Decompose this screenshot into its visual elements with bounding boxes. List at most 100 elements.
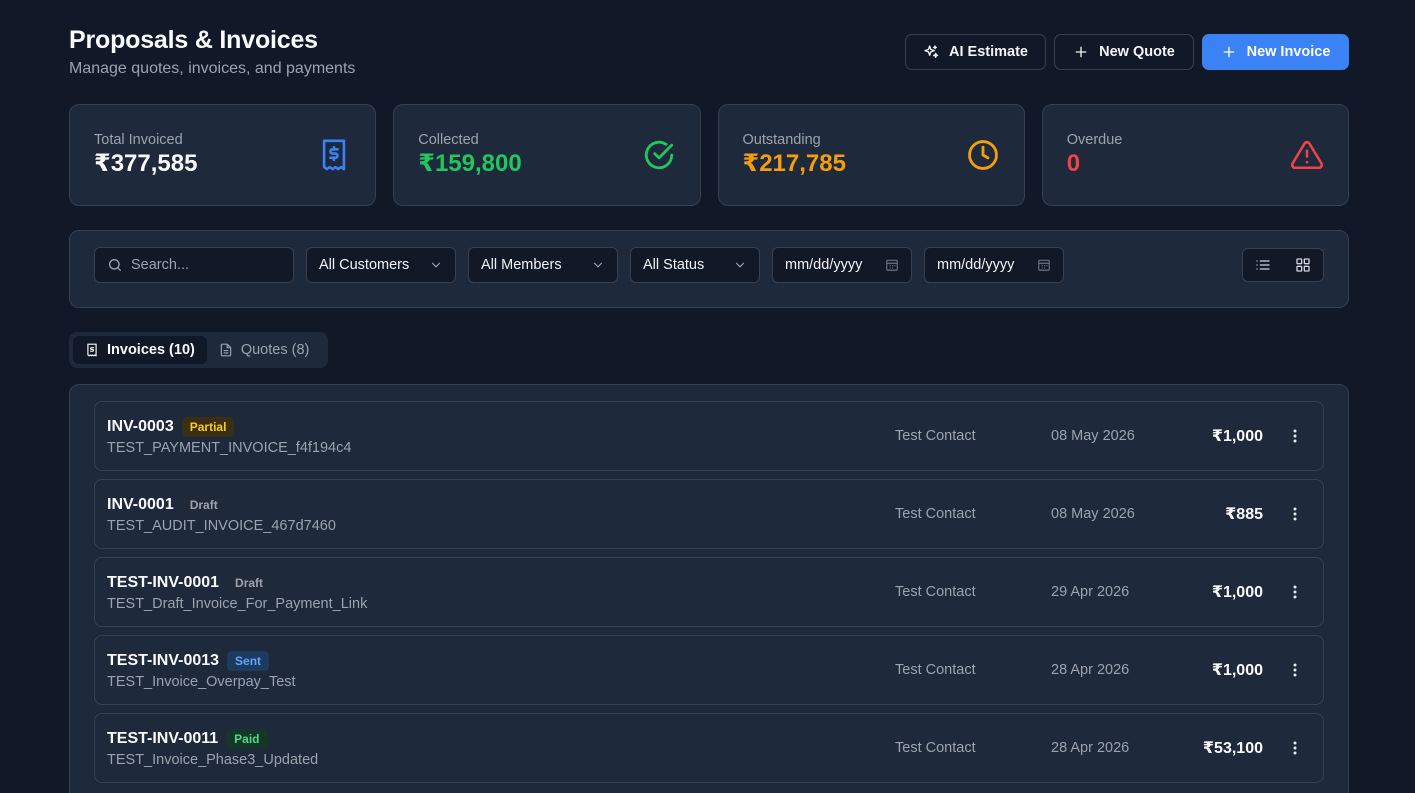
stat-card-total-invoiced: Total Invoiced ₹377,585: [69, 104, 377, 206]
invoice-amount: ₹1,000: [1211, 428, 1263, 445]
new-quote-label: New Quote: [1099, 44, 1175, 60]
invoice-row[interactable]: INV-0003 Partial TEST_PAYMENT_INVOICE_f4…: [94, 401, 1324, 471]
invoice-number: TEST-INV-0013: [107, 652, 220, 669]
more-options-button[interactable]: [1287, 504, 1303, 524]
invoice-row[interactable]: TEST-INV-0001 Draft TEST_Draft_Invoice_F…: [94, 557, 1324, 627]
tab-invoices[interactable]: Invoices (10): [73, 336, 207, 364]
ai-estimate-label: AI Estimate: [949, 44, 1028, 60]
date-from-input[interactable]: mm/dd/yyyy: [772, 247, 912, 283]
clock-icon: [967, 140, 998, 170]
sparkles-icon: [924, 45, 939, 58]
customer-filter-select[interactable]: All Customers: [306, 247, 456, 283]
stat-card-overdue: Overdue 0: [1041, 104, 1349, 206]
invoice-name: TEST_PAYMENT_INVOICE_f4f194c4: [107, 440, 352, 456]
search-placeholder: Search...: [131, 257, 190, 273]
member-filter-value: All Members: [481, 257, 562, 273]
invoice-number-wrap: INV-0003 Partial: [107, 417, 235, 437]
status-badge: Draft: [181, 495, 226, 515]
invoice-row[interactable]: TEST-INV-0013 Sent TEST_Invoice_Overpay_…: [94, 635, 1324, 705]
status-badge: Partial: [181, 417, 235, 437]
invoice-contact: Test Contact: [895, 584, 976, 600]
document-tabs: Invoices (10) Quotes (8): [69, 332, 328, 368]
stats-row: Total Invoiced ₹377,585 Collected ₹159,8…: [69, 104, 1349, 206]
document-icon: [220, 343, 232, 357]
stat-card-outstanding: Outstanding ₹217,785: [717, 104, 1025, 206]
more-vertical-icon: [1293, 507, 1297, 521]
invoice-date: 28 Apr 2026: [1051, 740, 1130, 756]
more-vertical-icon: [1293, 741, 1297, 755]
more-vertical-icon: [1293, 429, 1297, 443]
invoice-date: 08 May 2026: [1051, 506, 1135, 522]
more-options-button[interactable]: [1287, 582, 1303, 602]
list-view-button[interactable]: [1243, 249, 1283, 281]
invoice-number-wrap: TEST-INV-0013 Sent: [107, 651, 270, 671]
invoice-number-wrap: INV-0001 Draft: [107, 495, 226, 515]
invoice-name: TEST_Invoice_Overpay_Test: [107, 674, 296, 690]
invoice-name: TEST_AUDIT_INVOICE_467d7460: [107, 518, 336, 534]
invoice-name: TEST_Invoice_Phase3_Updated: [107, 752, 319, 768]
invoice-date: 08 May 2026: [1051, 428, 1135, 444]
invoice-number: TEST-INV-0001: [107, 574, 220, 591]
page-header: Proposals & Invoices Manage quotes, invo…: [69, 26, 1349, 82]
more-options-button[interactable]: [1287, 738, 1303, 758]
search-icon: [109, 259, 121, 271]
receipt-icon: [323, 139, 346, 171]
plus-icon: [1223, 46, 1234, 58]
filter-bar: Search... All Customers All Members All …: [69, 230, 1349, 308]
invoice-number-wrap: TEST-INV-0011 Paid: [107, 729, 268, 749]
list-icon: [1256, 260, 1270, 270]
grid-view-button[interactable]: [1283, 249, 1323, 281]
member-filter-select[interactable]: All Members: [468, 247, 618, 283]
status-badge: Sent: [227, 651, 270, 671]
grid-icon: [1296, 258, 1310, 272]
invoice-amount: ₹1,000: [1211, 662, 1263, 679]
plus-icon: [1075, 46, 1087, 58]
calendar-icon[interactable]: [1037, 258, 1051, 272]
invoice-list: INV-0003 Partial TEST_PAYMENT_INVOICE_f4…: [69, 384, 1349, 793]
invoice-number: TEST-INV-0011: [107, 730, 219, 747]
invoice-contact: Test Contact: [895, 428, 976, 444]
date-from-placeholder: mm/dd/yyyy: [785, 257, 863, 273]
tab-quotes[interactable]: Quotes (8): [207, 336, 322, 364]
chevron-down-icon: [593, 262, 603, 268]
status-filter-value: All Status: [643, 257, 705, 273]
view-toggle: [1242, 248, 1324, 282]
date-to-input[interactable]: mm/dd/yyyy: [924, 247, 1064, 283]
invoice-number: INV-0001: [107, 496, 174, 513]
check-circle-icon: [644, 140, 673, 170]
new-quote-button[interactable]: New Quote: [1054, 34, 1194, 70]
ai-estimate-button[interactable]: AI Estimate: [905, 34, 1046, 70]
invoice-date: 28 Apr 2026: [1051, 662, 1130, 678]
invoice-row[interactable]: TEST-INV-0011 Paid TEST_Invoice_Phase3_U…: [94, 713, 1324, 783]
new-invoice-button[interactable]: New Invoice: [1202, 34, 1349, 70]
date-to-placeholder: mm/dd/yyyy: [937, 257, 1015, 273]
invoice-amount: ₹53,100: [1202, 740, 1263, 757]
tab-quotes-label: Quotes (8): [240, 342, 310, 358]
status-badge: Paid: [226, 729, 268, 749]
invoice-contact: Test Contact: [895, 662, 976, 678]
chevron-down-icon: [431, 262, 441, 268]
header-actions: AI Estimate New Quote New Invoice: [905, 34, 1349, 70]
status-filter-select[interactable]: All Status: [630, 247, 760, 283]
invoice-contact: Test Contact: [895, 506, 976, 522]
more-options-button[interactable]: [1287, 660, 1303, 680]
invoice-number-wrap: TEST-INV-0001 Draft: [107, 573, 272, 593]
invoice-row[interactable]: INV-0001 Draft TEST_AUDIT_INVOICE_467d74…: [94, 479, 1324, 549]
invoice-contact: Test Contact: [895, 740, 976, 756]
more-options-button[interactable]: [1287, 426, 1303, 446]
warning-icon: [1290, 140, 1324, 170]
receipt-icon: [87, 343, 97, 357]
search-input[interactable]: Search...: [94, 247, 294, 283]
calendar-icon[interactable]: [885, 258, 899, 272]
customer-filter-value: All Customers: [319, 257, 410, 273]
more-vertical-icon: [1293, 585, 1297, 599]
invoice-date: 29 Apr 2026: [1051, 584, 1130, 600]
tab-invoices-label: Invoices (10): [107, 342, 195, 358]
new-invoice-label: New Invoice: [1246, 44, 1331, 60]
stat-card-collected: Collected ₹159,800: [393, 104, 701, 206]
invoice-name: TEST_Draft_Invoice_For_Payment_Link: [107, 596, 368, 612]
invoice-number: INV-0003: [107, 418, 174, 435]
more-vertical-icon: [1293, 663, 1297, 677]
chevron-down-icon: [735, 262, 745, 268]
invoice-amount: ₹885: [1225, 506, 1263, 523]
